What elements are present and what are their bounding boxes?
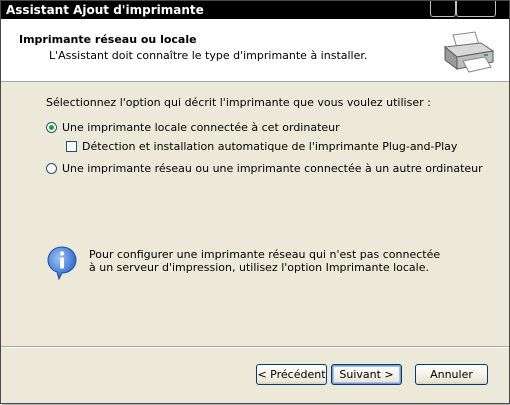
printer-icon (441, 31, 497, 78)
next-button[interactable]: Suivant > (331, 364, 402, 385)
plug-and-play-label: Détection et installation automatique de… (82, 140, 458, 153)
local-printer-label: Une imprimante locale connectée à cet or… (62, 121, 340, 134)
network-printer-radio[interactable] (46, 163, 57, 174)
network-printer-option[interactable]: Une imprimante réseau ou une imprimante … (46, 162, 483, 175)
cancel-button[interactable]: Annuler (415, 364, 488, 385)
button-separator (1, 346, 509, 348)
plug-and-play-checkbox[interactable] (66, 141, 77, 152)
title-bar[interactable]: Assistant Ajout d'imprimante (1, 1, 509, 19)
minimize-button[interactable] (430, 1, 456, 17)
info-icon (47, 246, 77, 283)
window-title: Assistant Ajout d'imprimante (6, 3, 204, 17)
header-title: Imprimante réseau ou locale (19, 33, 197, 46)
back-button[interactable]: < Précédent (256, 364, 327, 385)
local-printer-option[interactable]: Une imprimante locale connectée à cet or… (46, 121, 340, 134)
instruction-text: Sélectionnez l'option qui décrit l'impri… (46, 96, 431, 109)
info-text: Pour configurer une imprimante réseau qu… (89, 248, 441, 274)
wizard-body: Sélectionnez l'option qui décrit l'impri… (1, 82, 509, 344)
local-printer-radio[interactable] (46, 122, 57, 133)
close-button[interactable] (456, 1, 496, 17)
header-subtitle: L'Assistant doit connaître le type d'imp… (49, 49, 368, 62)
add-printer-wizard-window: Assistant Ajout d'imprimante Imprimante … (0, 0, 510, 404)
plug-and-play-option[interactable]: Détection et installation automatique de… (66, 140, 457, 153)
network-printer-label: Une imprimante réseau ou une imprimante … (62, 162, 483, 175)
wizard-header: Imprimante réseau ou locale L'Assistant … (1, 19, 509, 82)
